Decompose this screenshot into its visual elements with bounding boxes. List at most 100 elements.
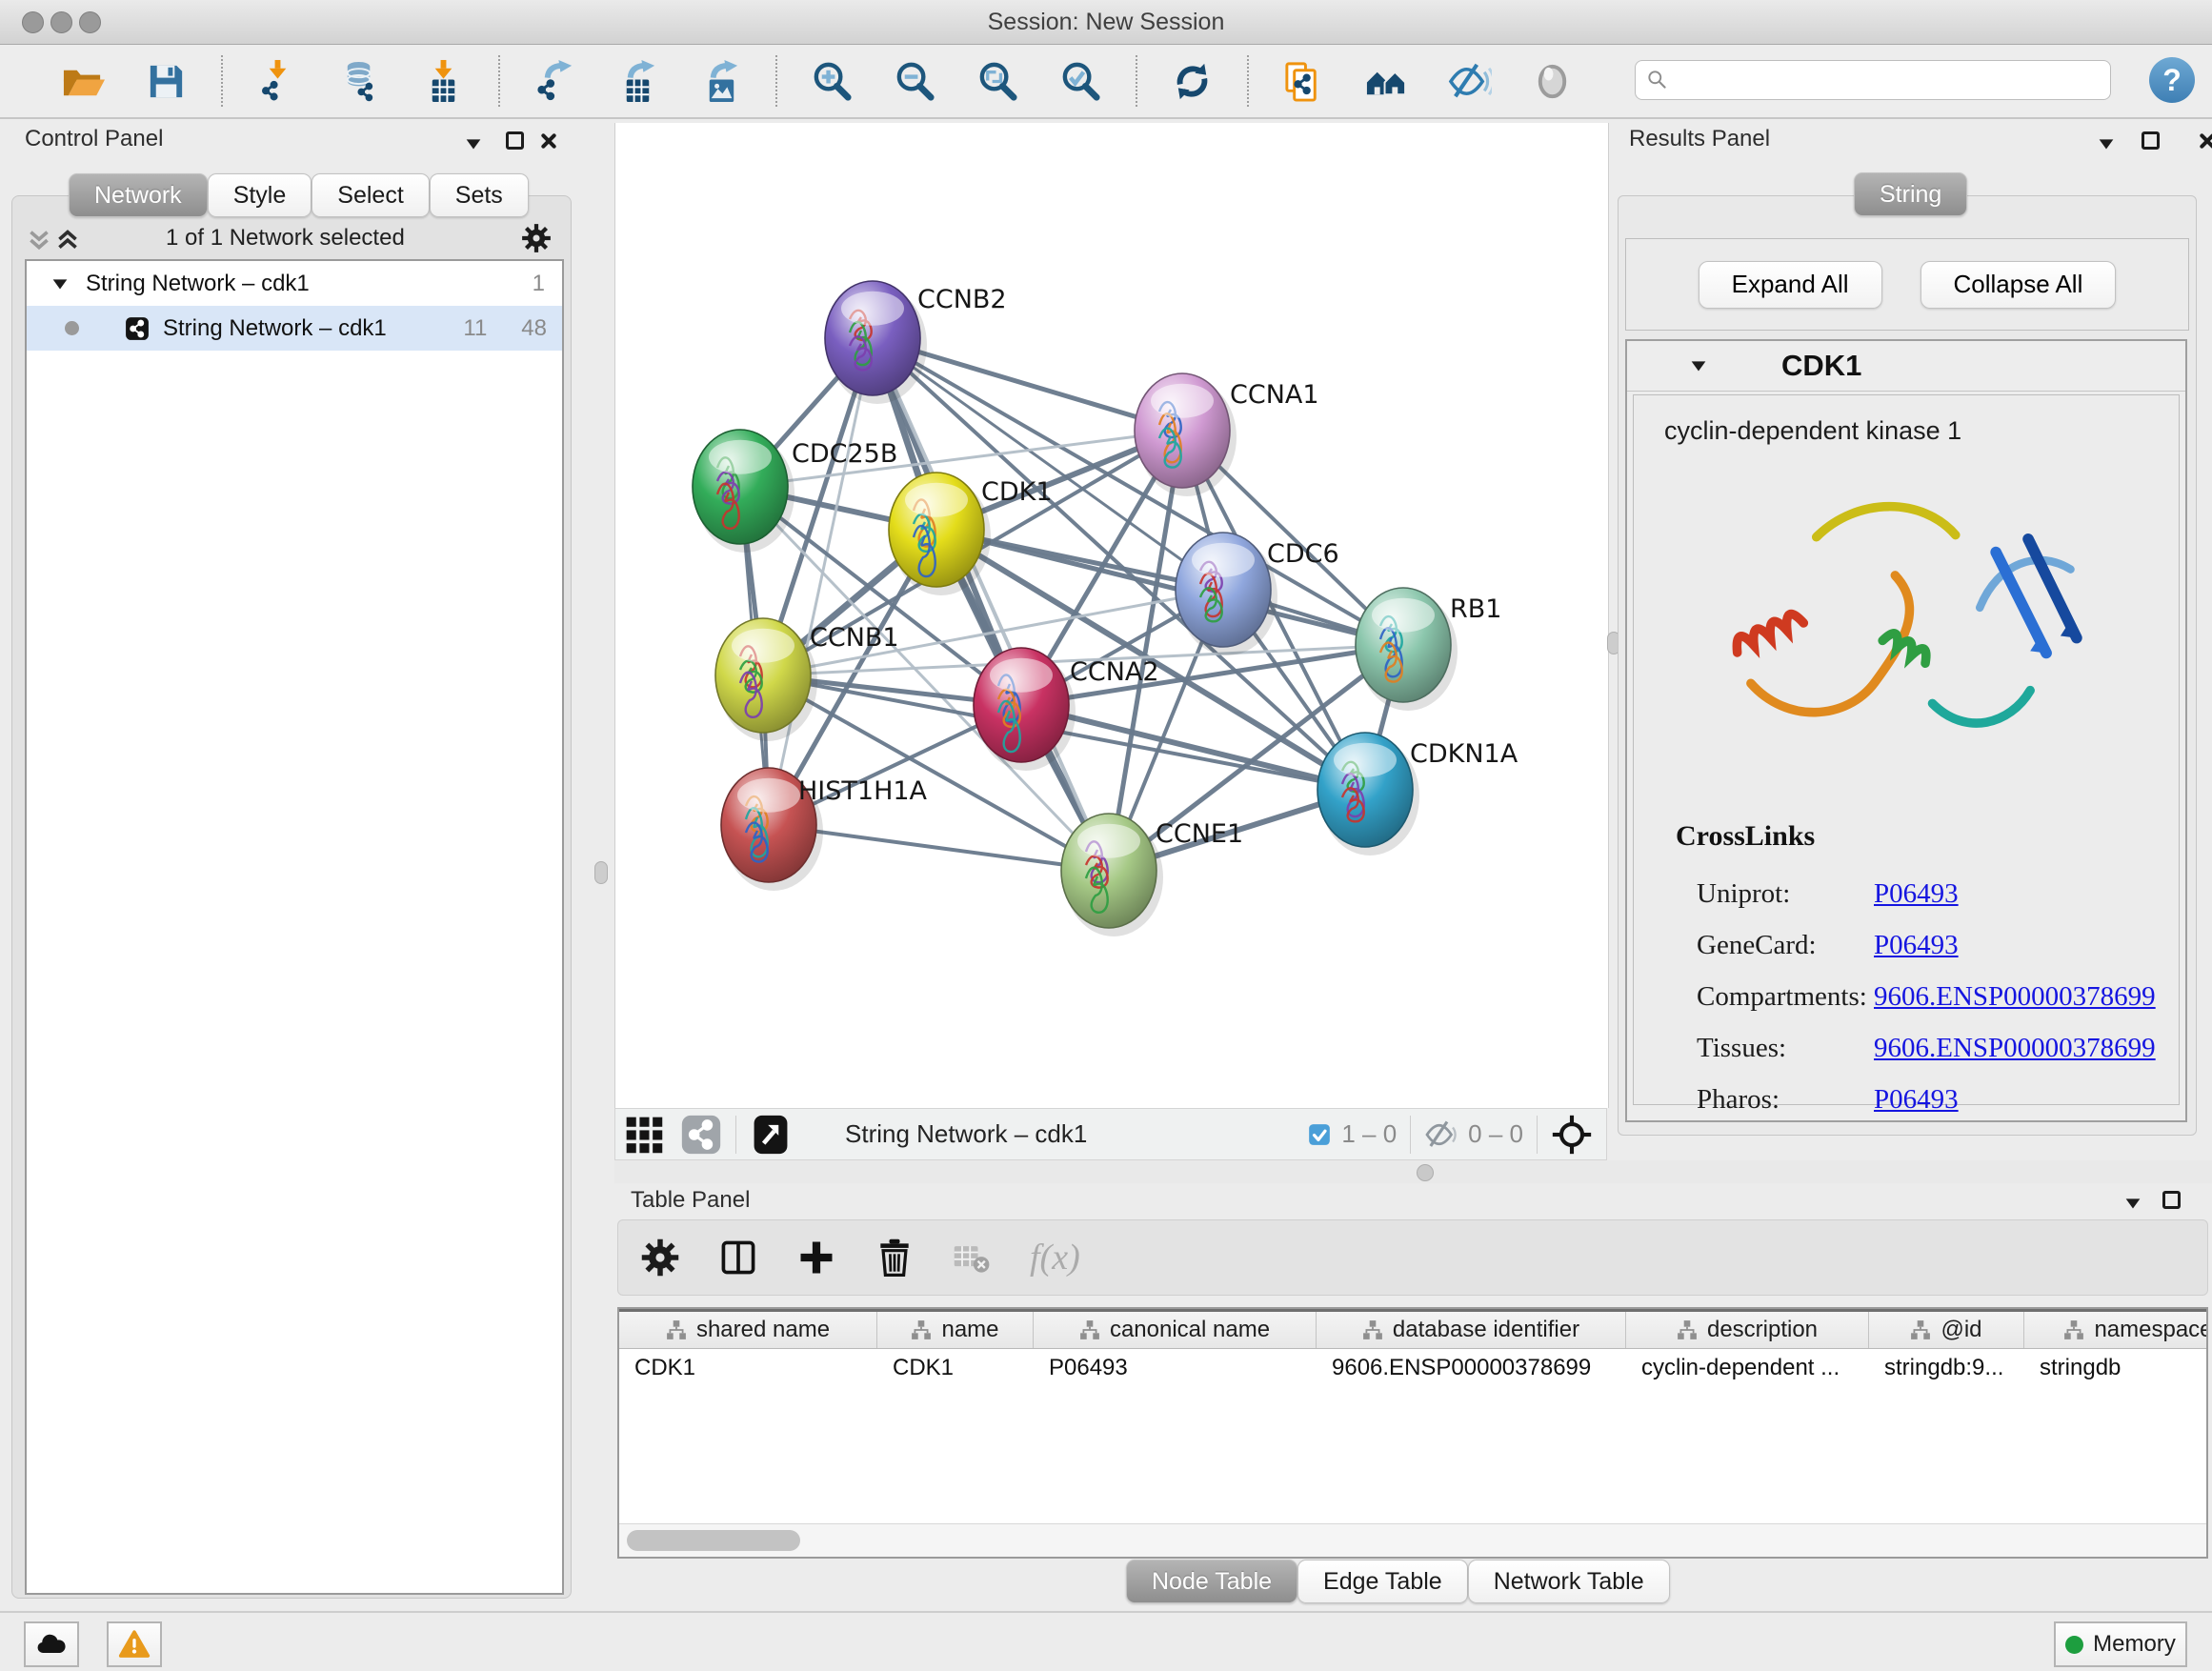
add-column-icon[interactable] [795,1237,837,1278]
import-network-from-database-button[interactable] [338,59,383,104]
search-box[interactable] [1635,60,2111,100]
tab-edge-table[interactable]: Edge Table [1297,1560,1468,1603]
results-tab-string[interactable]: String [1854,172,1967,216]
tab-network-table[interactable]: Network Table [1468,1560,1670,1603]
gene-collapse-icon[interactable] [1688,355,1709,376]
table-cell[interactable]: stringdb [2024,1355,2208,1381]
column-header-at-id[interactable]: @id [1869,1312,2024,1348]
crosslink-label: Compartments: [1697,981,1874,1013]
collection-expand-icon[interactable] [50,273,70,294]
search-input[interactable] [1670,60,2110,100]
selected-nodes-checkbox[interactable] [1307,1122,1332,1147]
apply-preferred-layout-button[interactable] [1170,59,1215,104]
column-type-icon [1079,1319,1100,1340]
warnings-button[interactable] [107,1621,162,1667]
network-options-gear-icon[interactable] [520,222,553,254]
export-image-button[interactable] [698,59,743,104]
show-all-button[interactable] [1530,59,1575,104]
zoom-out-button[interactable] [893,59,937,104]
results-panel-menu-icon[interactable] [2096,133,2117,154]
crosslink-link-pharos[interactable]: P06493 [1874,1084,1959,1116]
tab-select[interactable]: Select [312,173,429,217]
table-cell[interactable]: 9606.ENSP00000378699 [1317,1355,1626,1381]
network-overview-grid-icon[interactable] [623,1114,665,1156]
column-header-name[interactable]: name [877,1312,1034,1348]
scrollbar-thumb[interactable] [627,1530,800,1551]
hide-selected-button[interactable] [1447,59,1492,104]
import-network-from-file-button[interactable] [255,59,300,104]
network-type-icon[interactable] [680,1114,722,1156]
results-panel-float-icon[interactable] [2142,131,2160,150]
network-row-selected[interactable]: String Network – cdk1 11 48 [27,306,562,351]
save-session-button[interactable] [144,59,189,104]
gene-section-header[interactable]: CDK1 [1627,341,2185,392]
open-session-button[interactable] [61,59,106,104]
splitter-grab-dot[interactable] [1417,1164,1434,1181]
birdseye-view-icon[interactable] [750,1114,792,1156]
crosslink-link-genecard[interactable]: P06493 [1874,930,1959,961]
export-network-button[interactable] [533,59,577,104]
fit-selection-crosshair-icon[interactable] [1551,1114,1593,1156]
memory-status-dot [2065,1636,2083,1654]
tab-sets[interactable]: Sets [430,173,529,217]
table-options-gear-icon[interactable] [639,1237,681,1278]
node-label-CDKN1A: CDKN1A [1410,739,1518,769]
table-cell[interactable]: CDK1 [877,1355,1034,1381]
delete-column-icon[interactable] [874,1237,915,1278]
gene-description: cyclin-dependent kinase 1 [1664,416,1961,446]
crosslink-link-tissues[interactable]: 9606.ENSP00000378699 [1874,1033,2156,1064]
table-cell[interactable]: P06493 [1034,1355,1317,1381]
warning-icon [117,1627,151,1661]
memory-button[interactable]: Memory [2054,1621,2187,1667]
zoom-in-button[interactable] [810,59,855,104]
table-cell[interactable]: cyclin-dependent ... [1626,1355,1869,1381]
tab-network[interactable]: Network [69,173,208,217]
crosslink-row: Compartments:9606.ENSP00000378699 [1697,971,2154,1022]
network-collection-row[interactable]: String Network – cdk1 1 [27,261,562,306]
crosslink-link-compartments[interactable]: 9606.ENSP00000378699 [1874,981,2156,1013]
table-cell[interactable]: CDK1 [619,1355,877,1381]
cloud-button[interactable] [24,1621,79,1667]
crosslinks-title: CrossLinks [1676,820,1815,853]
export-table-button[interactable] [615,59,660,104]
expand-all-button[interactable]: Expand All [1699,261,1882,309]
first-neighbors-button[interactable] [1364,59,1409,104]
crosslink-label: Uniprot: [1697,878,1874,910]
zoom-fit-content-button[interactable] [975,59,1020,104]
collapse-all-button[interactable]: Collapse All [1920,261,2117,309]
crosslink-link-uniprot[interactable]: P06493 [1874,878,1959,910]
collapse-all-networks-icon[interactable] [25,224,53,252]
tab-node-table[interactable]: Node Table [1126,1560,1297,1603]
column-header-shared-name[interactable]: shared name [619,1312,877,1348]
network-selected-count: 1 of 1 Network selected [166,225,405,252]
table-panel-float-icon[interactable] [2162,1191,2181,1209]
network-list: String Network – cdk1 1 String Network –… [25,259,564,1595]
table-panel-menu-icon[interactable] [2122,1193,2143,1214]
expand-all-networks-icon[interactable] [53,224,82,252]
table-row[interactable]: CDK1CDK1P064939606.ENSP00000378699cyclin… [619,1349,2206,1387]
column-header-description[interactable]: description [1626,1312,1869,1348]
table-cell[interactable]: stringdb:9... [1869,1355,2024,1381]
table-header-row: shared namenamecanonical namedatabase id… [619,1309,2206,1349]
show-columns-icon[interactable] [717,1237,759,1278]
toolbar-icon-groups [29,55,1607,107]
column-header-canonical-name[interactable]: canonical name [1034,1312,1317,1348]
horizontal-splitter[interactable] [614,1160,2212,1183]
column-header-database-identifier[interactable]: database identifier [1317,1312,1626,1348]
network-canvas[interactable]: CCNB2 CCNA1 CDC25B CDK1 CDC6 RB1 CCNB1 [614,123,1609,1108]
zoom-selected-button[interactable] [1058,59,1103,104]
network-view-footer: String Network – cdk1 1 – 0 0 – 0 [614,1108,1607,1160]
left-splitter-handle[interactable] [594,861,608,884]
hidden-eye-icon[interactable] [1424,1117,1458,1152]
control-panel-menu-icon[interactable] [463,133,484,154]
table-horizontal-scrollbar[interactable] [619,1523,2206,1557]
column-label: namespace [2094,1317,2208,1343]
column-header-namespace[interactable]: namespace [2024,1312,2208,1348]
import-table-from-file-button[interactable] [421,59,466,104]
control-panel-close-icon[interactable] [538,131,557,151]
new-network-from-selection-button[interactable] [1281,59,1326,104]
tab-style[interactable]: Style [208,173,312,217]
results-panel-close-icon[interactable] [2197,131,2212,151]
help-button[interactable]: ? [2149,57,2195,103]
control-panel-float-icon[interactable] [506,131,524,150]
